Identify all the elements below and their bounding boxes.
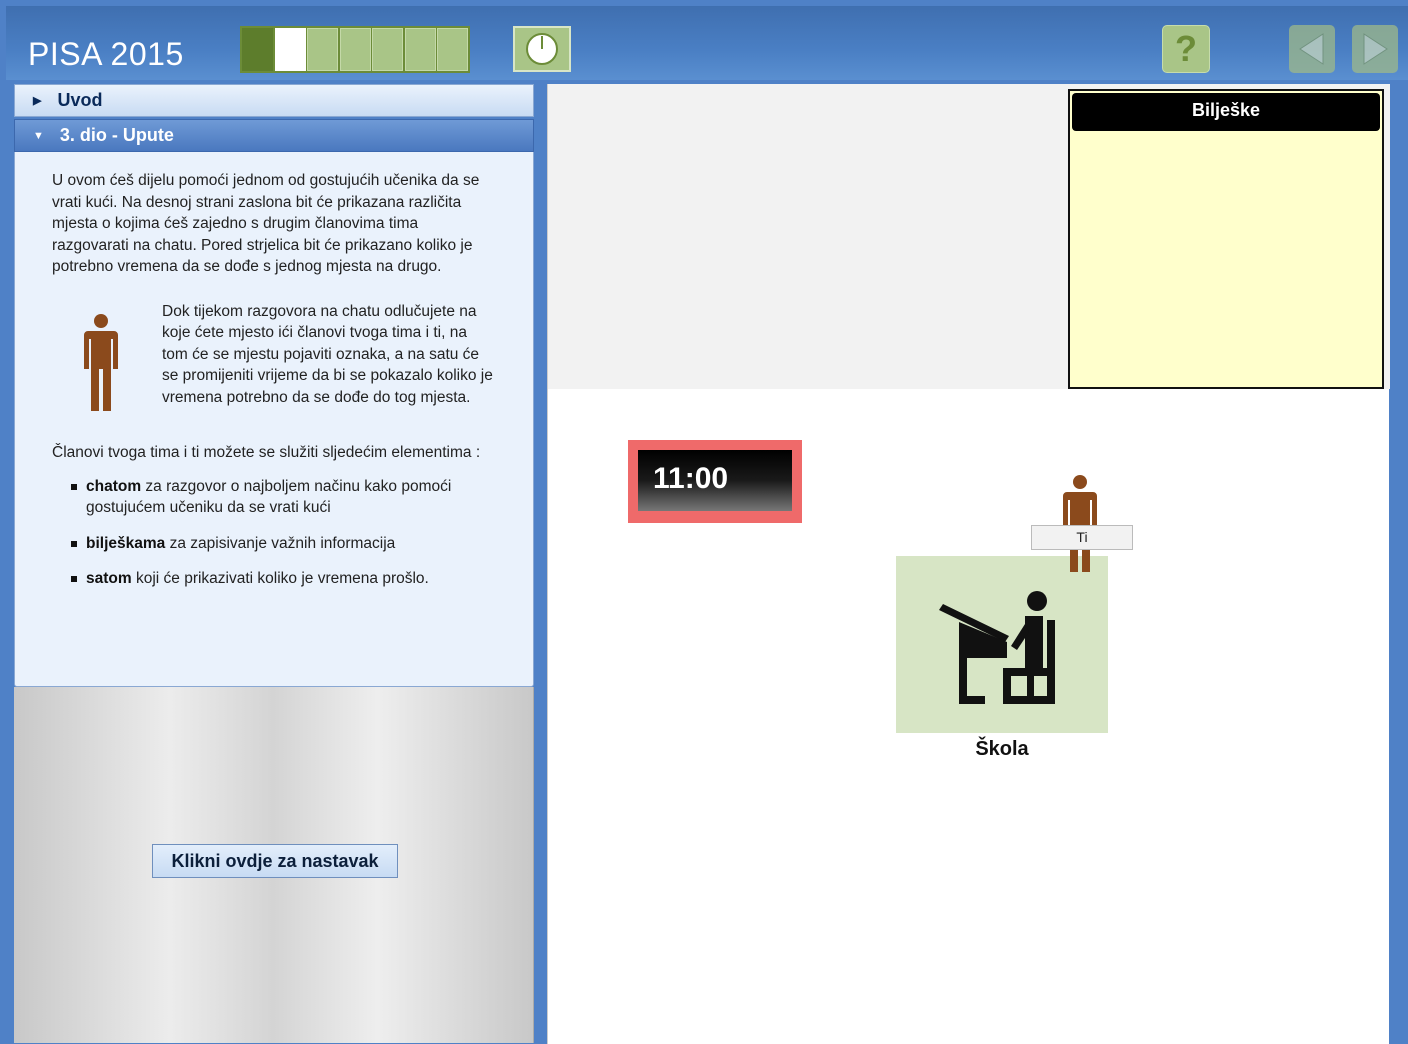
- accordion-header-upute[interactable]: ▼ 3. dio - Upute: [14, 119, 534, 152]
- previous-button[interactable]: [1289, 25, 1335, 73]
- accordion-label: Uvod: [57, 90, 103, 110]
- progress-segment: [372, 28, 403, 71]
- help-icon: ?: [1175, 28, 1197, 69]
- app-title: PISA 2015: [28, 36, 184, 72]
- instructions-panel: ▶ Uvod ▼ 3. dio - Upute U ovom ćeš dijel…: [14, 84, 534, 1044]
- arrow-left-icon: [1299, 33, 1324, 65]
- person-icon: [84, 313, 118, 411]
- continue-area: Klikni ovdje za nastavak: [14, 687, 534, 1043]
- person-figure: [52, 301, 162, 420]
- tool-term: satom: [86, 570, 132, 587]
- location-label: Škola: [975, 738, 1029, 760]
- help-button[interactable]: ?: [1162, 25, 1210, 73]
- caret-down-icon: ▼: [33, 129, 44, 142]
- progress-segment: [404, 28, 436, 71]
- clock-time: 11:00: [638, 450, 792, 511]
- continue-button[interactable]: Klikni ovdje za nastavak: [152, 844, 398, 878]
- progress-segment: [339, 28, 371, 71]
- tool-desc: za zapisivanje važnih informacija: [165, 534, 396, 552]
- progress-segment: [307, 28, 338, 71]
- list-item: bilješkama za zapisivanje važnih informa…: [71, 533, 495, 555]
- caret-right-icon: ▶: [33, 95, 42, 107]
- progress-segment: [242, 28, 273, 71]
- instructions-content: U ovom ćeš dijelu pomoći jednom od gostu…: [14, 152, 534, 687]
- top-bar: PISA 2015 ?: [6, 6, 1408, 80]
- clock-icon: [526, 33, 558, 65]
- notes-title: Bilješke: [1072, 93, 1380, 131]
- tool-term: bilješkama: [86, 534, 166, 552]
- list-item: chatom za razgovor o najboljem načinu ka…: [71, 476, 495, 519]
- tools-list: chatom za razgovor o najboljem načinu ka…: [52, 476, 495, 590]
- next-button[interactable]: [1352, 25, 1398, 73]
- person-icon: [1063, 475, 1097, 572]
- progress-segment: [437, 28, 468, 71]
- tool-desc: koji će prikazivati koliko je vremena pr…: [131, 570, 429, 587]
- location-school[interactable]: [896, 556, 1108, 733]
- tools-lead: Članovi tvoga tima i ti možete se služit…: [52, 444, 481, 461]
- time-clock: 11:00: [628, 440, 802, 523]
- notes-panel[interactable]: Bilješke: [1068, 89, 1384, 389]
- map-area: Bilješke 11:00 Škola Ti: [547, 84, 1390, 1044]
- intro-text: U ovom ćeš dijelu pomoći jednom od gostu…: [52, 172, 480, 275]
- progress-indicator: [240, 26, 470, 73]
- tool-term: chatom: [86, 477, 142, 495]
- tool-desc: za razgovor o najboljem načinu kako pomo…: [86, 477, 452, 517]
- accordion-header-uvod[interactable]: ▶ Uvod: [14, 84, 534, 117]
- player-tag: Ti: [1031, 525, 1133, 550]
- figure-text: Dok tijekom razgovora na chatu odlučujet…: [162, 302, 493, 406]
- timer-button[interactable]: [513, 26, 571, 72]
- arrow-right-icon: [1363, 33, 1388, 65]
- progress-segment: [274, 28, 306, 71]
- figure-row: Dok tijekom razgovora na chatu odlučujet…: [52, 301, 495, 420]
- list-item: satom koji će prikazivati koliko je vrem…: [71, 568, 495, 590]
- accordion-label: 3. dio - Upute: [59, 125, 174, 145]
- school-desk-icon: [939, 590, 1055, 704]
